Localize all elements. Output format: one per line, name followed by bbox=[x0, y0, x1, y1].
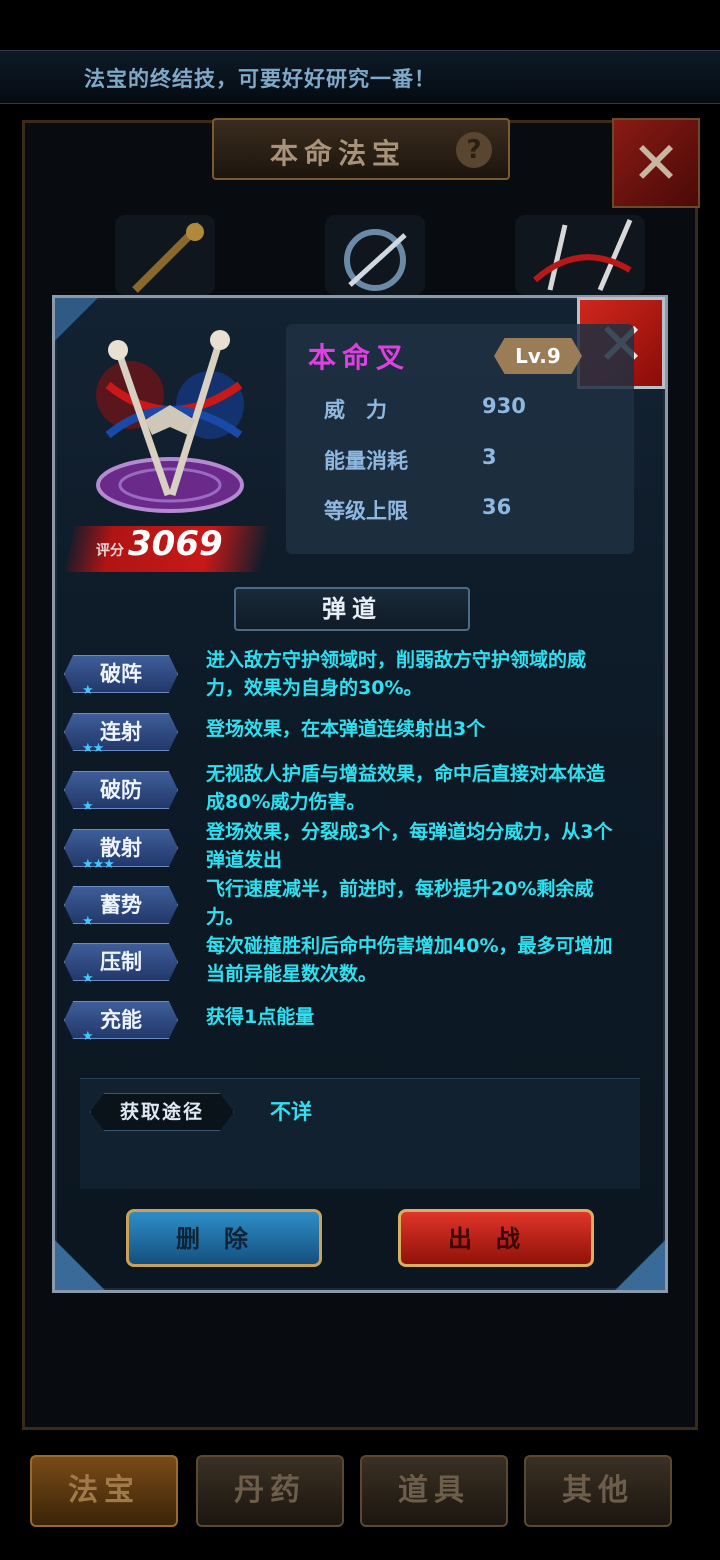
background-title-bar: 本命法宝 ? bbox=[212, 118, 510, 180]
treasure-thumb-2[interactable] bbox=[320, 210, 430, 300]
stat-value-power: 930 bbox=[482, 394, 526, 418]
delete-button[interactable]: 删除 bbox=[126, 1209, 322, 1267]
level-badge: Lv.9 bbox=[494, 338, 582, 374]
skill-stars: ★ bbox=[82, 683, 94, 698]
tab-elixir[interactable]: 丹药 bbox=[196, 1455, 344, 1527]
source-label: 获取途径 bbox=[90, 1093, 234, 1131]
skill-desc: 飞行速度减半，前进时，每秒提升20%剩余威力。 bbox=[206, 878, 594, 928]
stat-value-energy: 3 bbox=[482, 445, 497, 469]
treasure-thumb-3[interactable] bbox=[510, 210, 650, 300]
skill-stars: ★ bbox=[82, 914, 94, 929]
source-value: 不详 bbox=[270, 1100, 312, 1124]
tab-items[interactable]: 道具 bbox=[360, 1455, 508, 1527]
background-title: 本命法宝 bbox=[270, 137, 407, 170]
section-title-trajectory: 弹道 bbox=[234, 587, 470, 631]
skill-desc: 登场效果，分裂成3个，每弹道均分威力，从3个弹道发出 bbox=[206, 821, 613, 871]
trident-artwork bbox=[96, 330, 244, 513]
skill-desc: 获得1点能量 bbox=[206, 1006, 315, 1028]
tab-treasure[interactable]: 法宝 bbox=[30, 1455, 178, 1527]
tab-other[interactable]: 其他 bbox=[524, 1455, 672, 1527]
background-close-button[interactable]: ✕ bbox=[612, 118, 700, 208]
skill-stars: ★ bbox=[82, 971, 94, 986]
top-hint-text: 法宝的终结技，可要好好研究一番！ bbox=[84, 67, 436, 91]
stat-value-level-cap: 36 bbox=[482, 495, 512, 519]
skill-stars: ★ bbox=[82, 799, 94, 814]
stat-label-energy: 能量消耗 bbox=[324, 449, 408, 473]
skill-desc: 无视敌人护盾与增益效果，命中后直接对本体造成80%威力伤害。 bbox=[206, 763, 606, 813]
corner-ornament bbox=[55, 1220, 125, 1290]
skill-desc: 登场效果，在本弹道连续射出3个 bbox=[206, 718, 486, 740]
skill-stars: ★ bbox=[82, 1029, 94, 1044]
skill-stars: ★★ bbox=[82, 741, 104, 756]
bottom-tab-bar: 法宝 丹药 道具 其他 bbox=[30, 1455, 690, 1527]
stat-label-power: 威 力 bbox=[324, 398, 387, 422]
top-hint-banner: 法宝的终结技，可要好好研究一番！ bbox=[0, 50, 720, 104]
deploy-button[interactable]: 出战 bbox=[398, 1209, 594, 1267]
treasure-thumb-1[interactable] bbox=[110, 210, 220, 300]
score-label: 评分 bbox=[96, 543, 124, 559]
score-value: 3069 bbox=[128, 524, 223, 564]
skill-desc: 进入敌方守护领域时，削弱敌方守护领域的威力，效果为自身的30%。 bbox=[206, 649, 587, 699]
close-icon: ✕ bbox=[631, 129, 681, 197]
stat-label-level-cap: 等级上限 bbox=[324, 499, 408, 523]
item-name: 本命叉 bbox=[308, 341, 411, 374]
skill-desc: 每次碰撞胜利后命中伤害增加40%，最多可增加当前异能星数次数。 bbox=[206, 935, 613, 985]
skill-stars: ★★★ bbox=[82, 857, 115, 872]
corner-ornament bbox=[595, 1220, 665, 1290]
help-icon[interactable]: ? bbox=[456, 132, 492, 168]
